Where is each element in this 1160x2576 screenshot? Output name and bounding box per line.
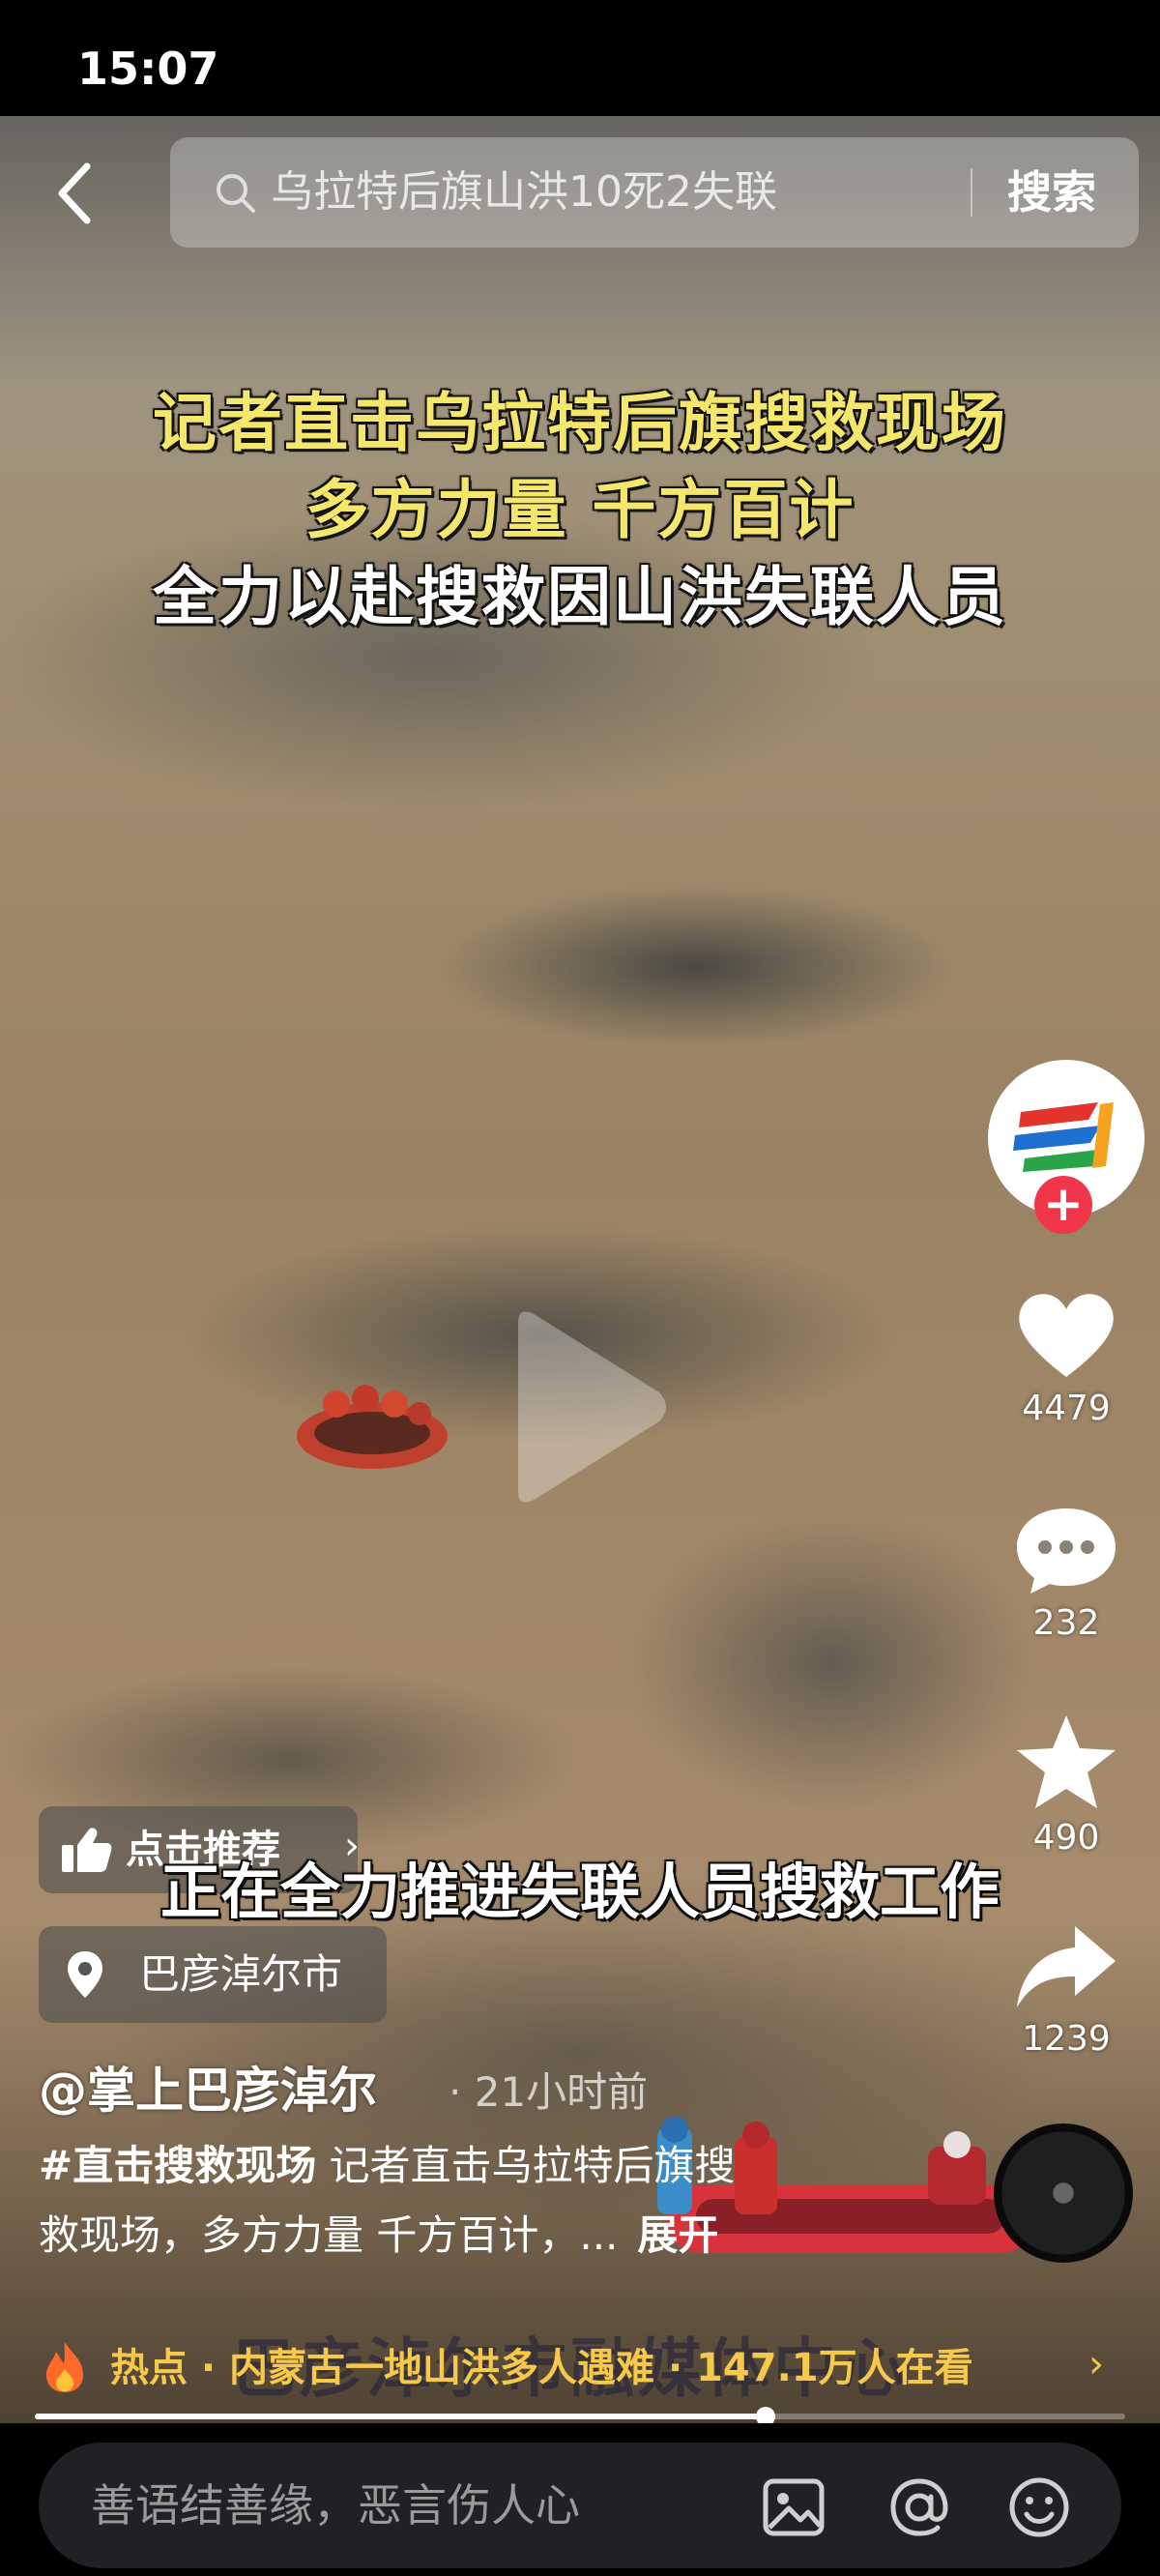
headline-line-2: 多方力量 千方百计 <box>304 473 856 547</box>
video-screen: 15:07 乌拉特后旗山洪10死2失联 搜索 记者直击乌拉特后旗搜救现场 多方力… <box>0 0 1160 2576</box>
hashtag-link[interactable]: #直击搜救现场 <box>39 2142 316 2189</box>
follow-button[interactable]: + <box>1034 1176 1092 1234</box>
search-divider <box>971 168 972 217</box>
headline-line-1: 记者直击乌拉特后旗搜救现场 <box>153 386 1007 460</box>
chevron-right-icon: › <box>1088 2342 1104 2386</box>
hot-topic-text: 热点 · 内蒙古一地山洪多人遇难 · 147.1万人在看 <box>110 2346 973 2390</box>
back-button[interactable] <box>48 155 106 232</box>
heart-icon <box>1019 1294 1114 1377</box>
hot-topic-bar[interactable]: 热点 · 内蒙古一地山洪多人遇难 · 147.1万人在看 › <box>0 2325 1160 2412</box>
search-query[interactable]: 乌拉特后旗山洪10死2失联 <box>271 164 777 220</box>
expand-button[interactable]: 展开 <box>637 2211 718 2259</box>
location-pin-icon <box>68 1951 102 1998</box>
favorite-button[interactable]: 490 <box>996 1712 1137 1858</box>
search-bar[interactable]: 乌拉特后旗山洪10死2失联 搜索 <box>170 137 1139 248</box>
play-icon[interactable] <box>499 1305 673 1508</box>
bottom-comment-bar: 善语结善缘，恶言伤人心 <box>0 2423 1160 2576</box>
post-description-line-1: #直击搜救现场 记者直击乌拉特后旗搜 <box>39 2137 860 2195</box>
image-icon[interactable] <box>760 2474 827 2541</box>
description-text-1: 记者直击乌拉特后旗搜 <box>316 2142 736 2189</box>
share-count: 1239 <box>1022 2019 1111 2059</box>
status-time: 15:07 <box>77 43 219 95</box>
comment-bubble-icon <box>1017 1508 1116 1594</box>
like-count: 4479 <box>1022 1389 1111 1428</box>
search-icon <box>217 174 255 213</box>
description-text-2: 救现场，多方力量 千方百计，... <box>39 2211 619 2259</box>
rescue-boat-small <box>297 1385 448 1469</box>
location-label: 巴彦淖尔市 <box>139 1950 343 1998</box>
flame-icon <box>46 2342 83 2392</box>
emoji-icon[interactable] <box>1005 2474 1073 2541</box>
headline-line-3: 全力以赴搜救因山洪失联人员 <box>153 560 1007 634</box>
comment-count: 232 <box>1032 1603 1100 1643</box>
video-subtitle: 正在全力推进失联人员搜救工作 <box>160 1857 1000 1927</box>
status-bar: 15:07 <box>0 0 1160 116</box>
chevron-left-icon <box>58 162 91 224</box>
search-button[interactable]: 搜索 <box>1007 164 1096 220</box>
at-sign-icon[interactable] <box>885 2474 953 2541</box>
comment-button[interactable]: 232 <box>996 1501 1137 1643</box>
share-arrow-icon <box>1017 1926 1116 2007</box>
post-time: · 21小时前 <box>449 2068 649 2116</box>
like-button[interactable]: 4479 <box>996 1286 1137 1428</box>
author-name[interactable]: @掌上巴彦淖尔 <box>39 2052 377 2122</box>
comment-placeholder: 善语结善缘，恶言伤人心 <box>91 2479 580 2532</box>
location-chip[interactable]: 巴彦淖尔市 <box>39 1926 387 2023</box>
music-disc-icon[interactable] <box>994 2123 1133 2263</box>
comment-input[interactable]: 善语结善缘，恶言伤人心 <box>39 2443 1121 2568</box>
star-icon <box>1017 1715 1116 1808</box>
post-description-line-2: 救现场，多方力量 千方百计，... 展开 <box>39 2207 957 2265</box>
progress-fill <box>35 2414 766 2419</box>
share-button[interactable]: 1239 <box>996 1920 1137 2059</box>
progress-bar[interactable] <box>35 2407 1125 2426</box>
